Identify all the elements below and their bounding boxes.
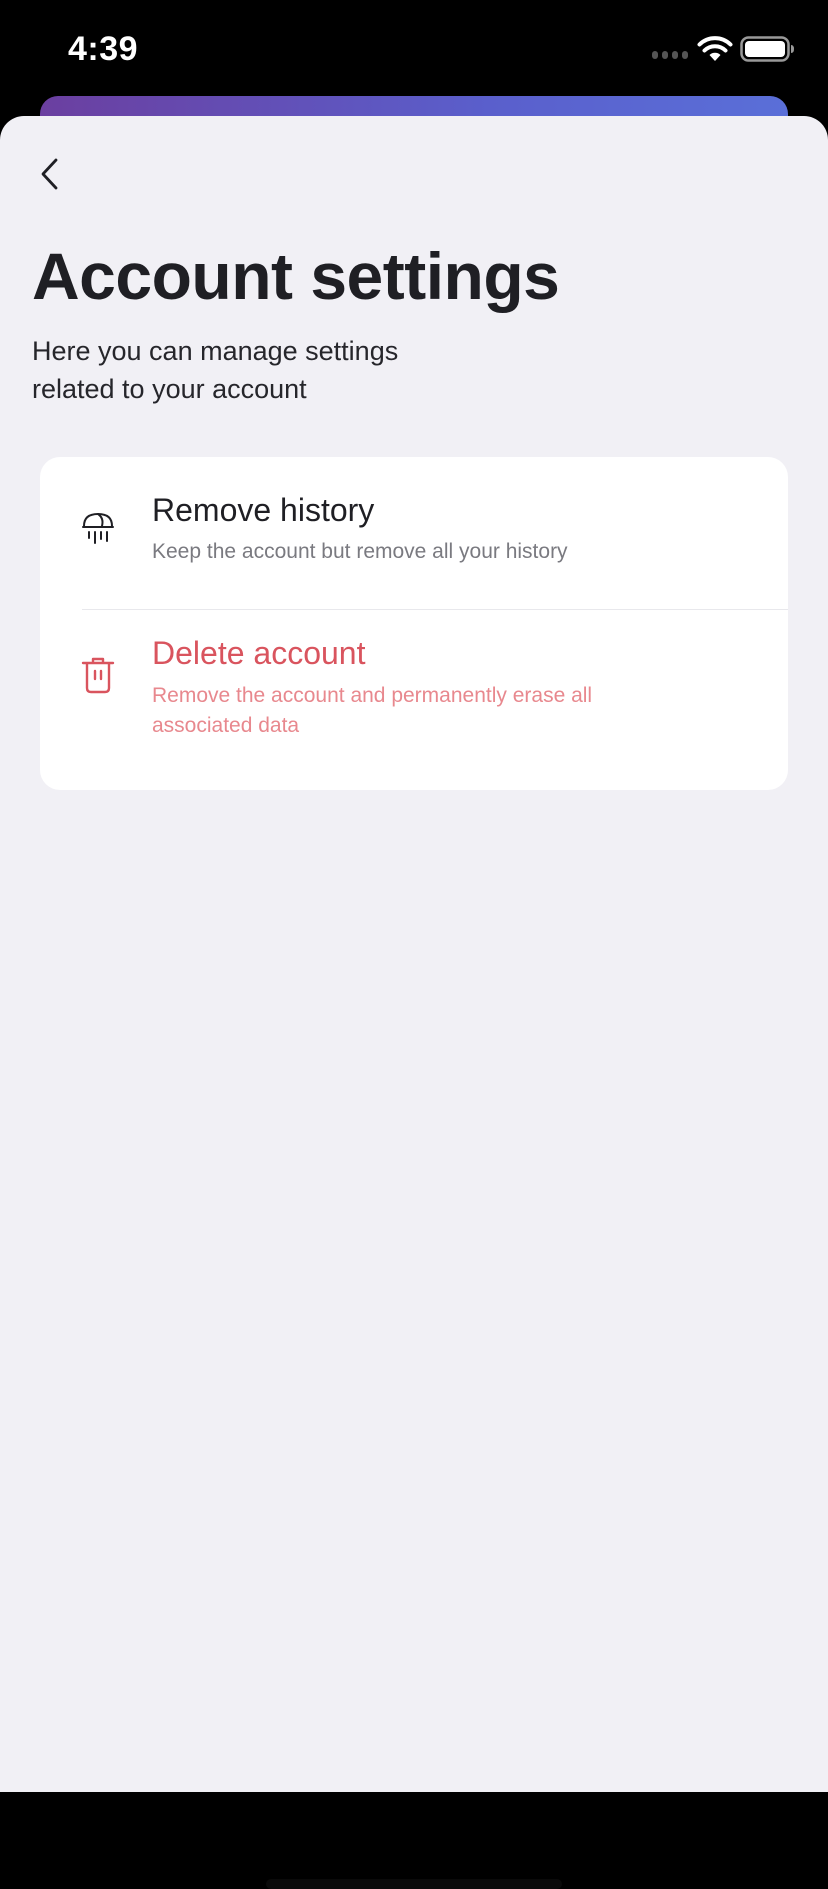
page-subtitle: Here you can manage settings related to … [32,336,399,404]
status-bar: 4:39 [0,0,828,100]
delete-account-description: Remove the account and permanently erase… [152,684,593,737]
settings-card: Remove history Keep the account but remo… [40,457,788,790]
cellular-signal-icon [652,51,688,59]
remove-history-title: Remove history [152,492,375,528]
trash-icon [81,657,115,694]
status-time: 4:39 [68,30,139,68]
account-settings-sheet: Account settings Here you can manage set… [0,116,828,1889]
wifi-icon [697,36,733,61]
delete-account-title: Delete account [152,635,366,671]
back-button[interactable] [30,152,70,196]
delete-account-button[interactable]: Delete account Remove the account and pe… [40,610,788,790]
page-title: Account settings [32,239,560,313]
remove-history-description: Keep the account but remove all your his… [152,540,568,563]
remove-history-button[interactable]: Remove history Keep the account but remo… [40,457,788,609]
shredder-icon [82,512,114,544]
home-indicator [266,1879,562,1889]
chevron-left-icon [41,158,58,190]
battery-icon [740,36,794,62]
